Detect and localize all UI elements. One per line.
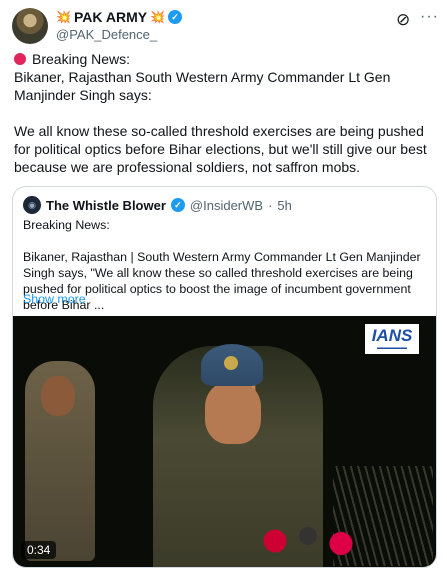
collision-emoji-icon: 💥 <box>56 10 71 24</box>
grok-icon[interactable]: ⊘ <box>396 10 410 30</box>
post-text: Breaking News: Bikaner, Rajasthan South … <box>14 50 436 176</box>
quoted-author-name: The Whistle Blower <box>46 197 166 213</box>
video-microphones <box>253 516 363 566</box>
video-speaker-face <box>205 382 261 444</box>
quoted-post-time: 5h <box>277 197 292 213</box>
quoted-author-avatar: ◉ <box>23 196 41 214</box>
video-player[interactable]: IANS ▬▬▬▬▬▬ 0:34 <box>13 316 436 567</box>
video-soldier-left-face <box>41 376 75 416</box>
ians-logo: IANS ▬▬▬▬▬▬ <box>365 324 419 354</box>
more-options-icon[interactable]: ··· <box>420 8 439 26</box>
meta-separator: · <box>268 197 273 213</box>
author-name[interactable]: PAK ARMY <box>74 9 147 25</box>
quoted-post[interactable]: ◉ The Whistle Blower ✓ @InsiderWB · 5h B… <box>12 186 437 568</box>
quoted-author-handle: @InsiderWB <box>189 197 264 213</box>
quoted-post-header: ◉ The Whistle Blower ✓ @InsiderWB · 5h <box>23 196 292 214</box>
show-more-link[interactable]: Show more <box>23 292 86 306</box>
author-name-row[interactable]: 💥 PAK ARMY 💥 ✓ <box>56 9 183 25</box>
post-body: Breaking News: Bikaner, Rajasthan South … <box>14 51 427 175</box>
red-circle-icon <box>14 53 26 65</box>
author-avatar[interactable] <box>12 8 48 44</box>
collision-emoji-icon: 💥 <box>150 10 166 24</box>
turban-badge <box>224 356 238 370</box>
verified-badge-icon: ✓ <box>168 10 183 24</box>
video-duration: 0:34 <box>21 541 57 559</box>
verified-badge-icon: ✓ <box>170 198 185 212</box>
author-handle[interactable]: @PAK_Defence_ <box>56 27 157 42</box>
